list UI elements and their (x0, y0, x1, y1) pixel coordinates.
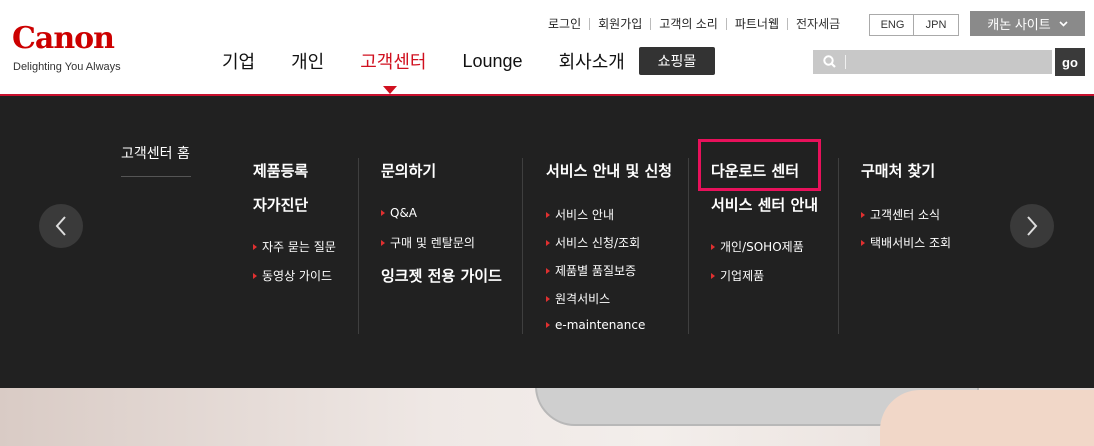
prev-arrow-button[interactable] (39, 204, 83, 248)
column-divider (522, 158, 523, 334)
utility-nav: 로그인 회원가입 고객의 소리 파트너웹 전자세금 (548, 14, 848, 34)
logo-tagline: Delighting You Always (13, 61, 121, 73)
bullet-icon (546, 211, 550, 218)
bullet-icon (711, 243, 715, 250)
lang-eng-button[interactable]: ENG (869, 14, 916, 36)
business-products-label: 기업제품 (720, 269, 765, 283)
service-info-apply-link[interactable]: 서비스 안내 및 신청 (546, 160, 672, 181)
search-divider (845, 55, 846, 69)
column-divider (838, 158, 839, 334)
search-icon (823, 55, 836, 68)
nav-company[interactable]: 회사소개 (559, 48, 625, 74)
customer-center-home-link[interactable]: 고객센터 홈 (121, 143, 190, 163)
site-header: Canon Delighting You Always 로그인 회원가입 고객의… (0, 0, 1094, 94)
qna-label: Q&A (390, 206, 418, 220)
warranty-label: 제품별 품질보증 (555, 264, 637, 278)
inquiry-link[interactable]: 문의하기 (381, 160, 436, 181)
nav-personal[interactable]: 개인 (291, 48, 324, 74)
remote-service-label: 원격서비스 (555, 292, 611, 306)
chevron-right-icon (1027, 216, 1038, 236)
business-products-link[interactable]: 기업제품 (711, 267, 764, 284)
personal-soho-label: 개인/SOHO제품 (720, 240, 804, 254)
video-guide-label: 동영상 가이드 (262, 269, 333, 283)
search-box (813, 50, 1052, 74)
main-nav: 기업 개인 고객센터 Lounge 회사소개 (222, 48, 661, 74)
service-request-label: 서비스 신청/조회 (555, 236, 641, 250)
hero-image-fragment (0, 388, 1094, 446)
e-maintenance-label: e-maintenance (555, 318, 646, 332)
service-request-link[interactable]: 서비스 신청/조회 (546, 234, 640, 251)
purchase-rental-inquiry-link[interactable]: 구매 및 렌탈문의 (381, 234, 475, 251)
hand-image (880, 390, 1094, 446)
active-nav-caret-icon (383, 86, 397, 94)
next-arrow-button[interactable] (1010, 204, 1054, 248)
column-divider (688, 158, 689, 334)
shopping-mall-button[interactable]: 쇼핑몰 (639, 47, 715, 75)
bullet-icon (381, 210, 385, 216)
inkjet-guide-link[interactable]: 잉크젯 전용 가이드 (381, 265, 502, 286)
signup-link[interactable]: 회원가입 (589, 18, 650, 30)
qna-link[interactable]: Q&A (381, 206, 417, 220)
site-button-label: 캐논 사이트 (987, 17, 1051, 32)
faq-link[interactable]: 자주 묻는 질문 (253, 238, 336, 255)
delivery-tracking-link[interactable]: 택배서비스 조회 (861, 234, 951, 251)
remote-service-link[interactable]: 원격서비스 (546, 290, 610, 307)
bullet-icon (253, 272, 257, 279)
canon-site-dropdown[interactable]: 캐논 사이트 (970, 11, 1085, 36)
e-tax-link[interactable]: 전자세금 (787, 18, 848, 30)
bullet-icon (253, 243, 257, 250)
search-go-button[interactable]: go (1055, 48, 1085, 76)
logo-wordmark: Canon (12, 21, 115, 56)
bullet-icon (546, 295, 550, 302)
self-diagnosis-link[interactable]: 자가진단 (253, 194, 308, 215)
canon-logo[interactable]: Canon Delighting You Always (12, 22, 132, 74)
lang-jpn-button[interactable]: JPN (913, 14, 959, 36)
login-link[interactable]: 로그인 (548, 18, 589, 30)
bullet-icon (861, 239, 865, 246)
news-label: 고객센터 소식 (870, 208, 941, 222)
bullet-icon (546, 322, 550, 328)
customer-voice-link[interactable]: 고객의 소리 (650, 18, 726, 30)
column-divider (358, 158, 359, 334)
bullet-icon (546, 239, 550, 246)
bullet-icon (381, 239, 385, 246)
video-guide-link[interactable]: 동영상 가이드 (253, 267, 332, 284)
download-center-highlight (698, 139, 821, 191)
service-info-link[interactable]: 서비스 안내 (546, 206, 614, 223)
home-underline (121, 176, 191, 177)
purchase-rental-label: 구매 및 렌탈문의 (390, 236, 475, 250)
nav-customer-center[interactable]: 고객센터 (360, 48, 426, 74)
personal-soho-products-link[interactable]: 개인/SOHO제품 (711, 238, 804, 255)
delivery-tracking-label: 택배서비스 조회 (870, 236, 952, 250)
warranty-link[interactable]: 제품별 품질보증 (546, 262, 636, 279)
bullet-icon (711, 272, 715, 279)
bullet-icon (861, 211, 865, 218)
service-center-info-link[interactable]: 서비스 센터 안내 (711, 194, 818, 215)
partner-web-link[interactable]: 파트너웹 (725, 18, 787, 30)
chevron-down-icon (1059, 20, 1068, 27)
chevron-left-icon (55, 216, 66, 236)
customer-center-news-link[interactable]: 고객센터 소식 (861, 206, 940, 223)
nav-lounge[interactable]: Lounge (463, 51, 523, 72)
faq-label: 자주 묻는 질문 (262, 240, 336, 254)
product-registration-link[interactable]: 제품등록 (253, 160, 308, 181)
find-store-link[interactable]: 구매처 찾기 (861, 160, 935, 181)
e-maintenance-link[interactable]: e-maintenance (546, 318, 645, 332)
nav-business[interactable]: 기업 (222, 48, 255, 74)
search-input[interactable] (851, 52, 1051, 72)
service-info-label: 서비스 안내 (555, 208, 615, 222)
bullet-icon (546, 267, 550, 274)
